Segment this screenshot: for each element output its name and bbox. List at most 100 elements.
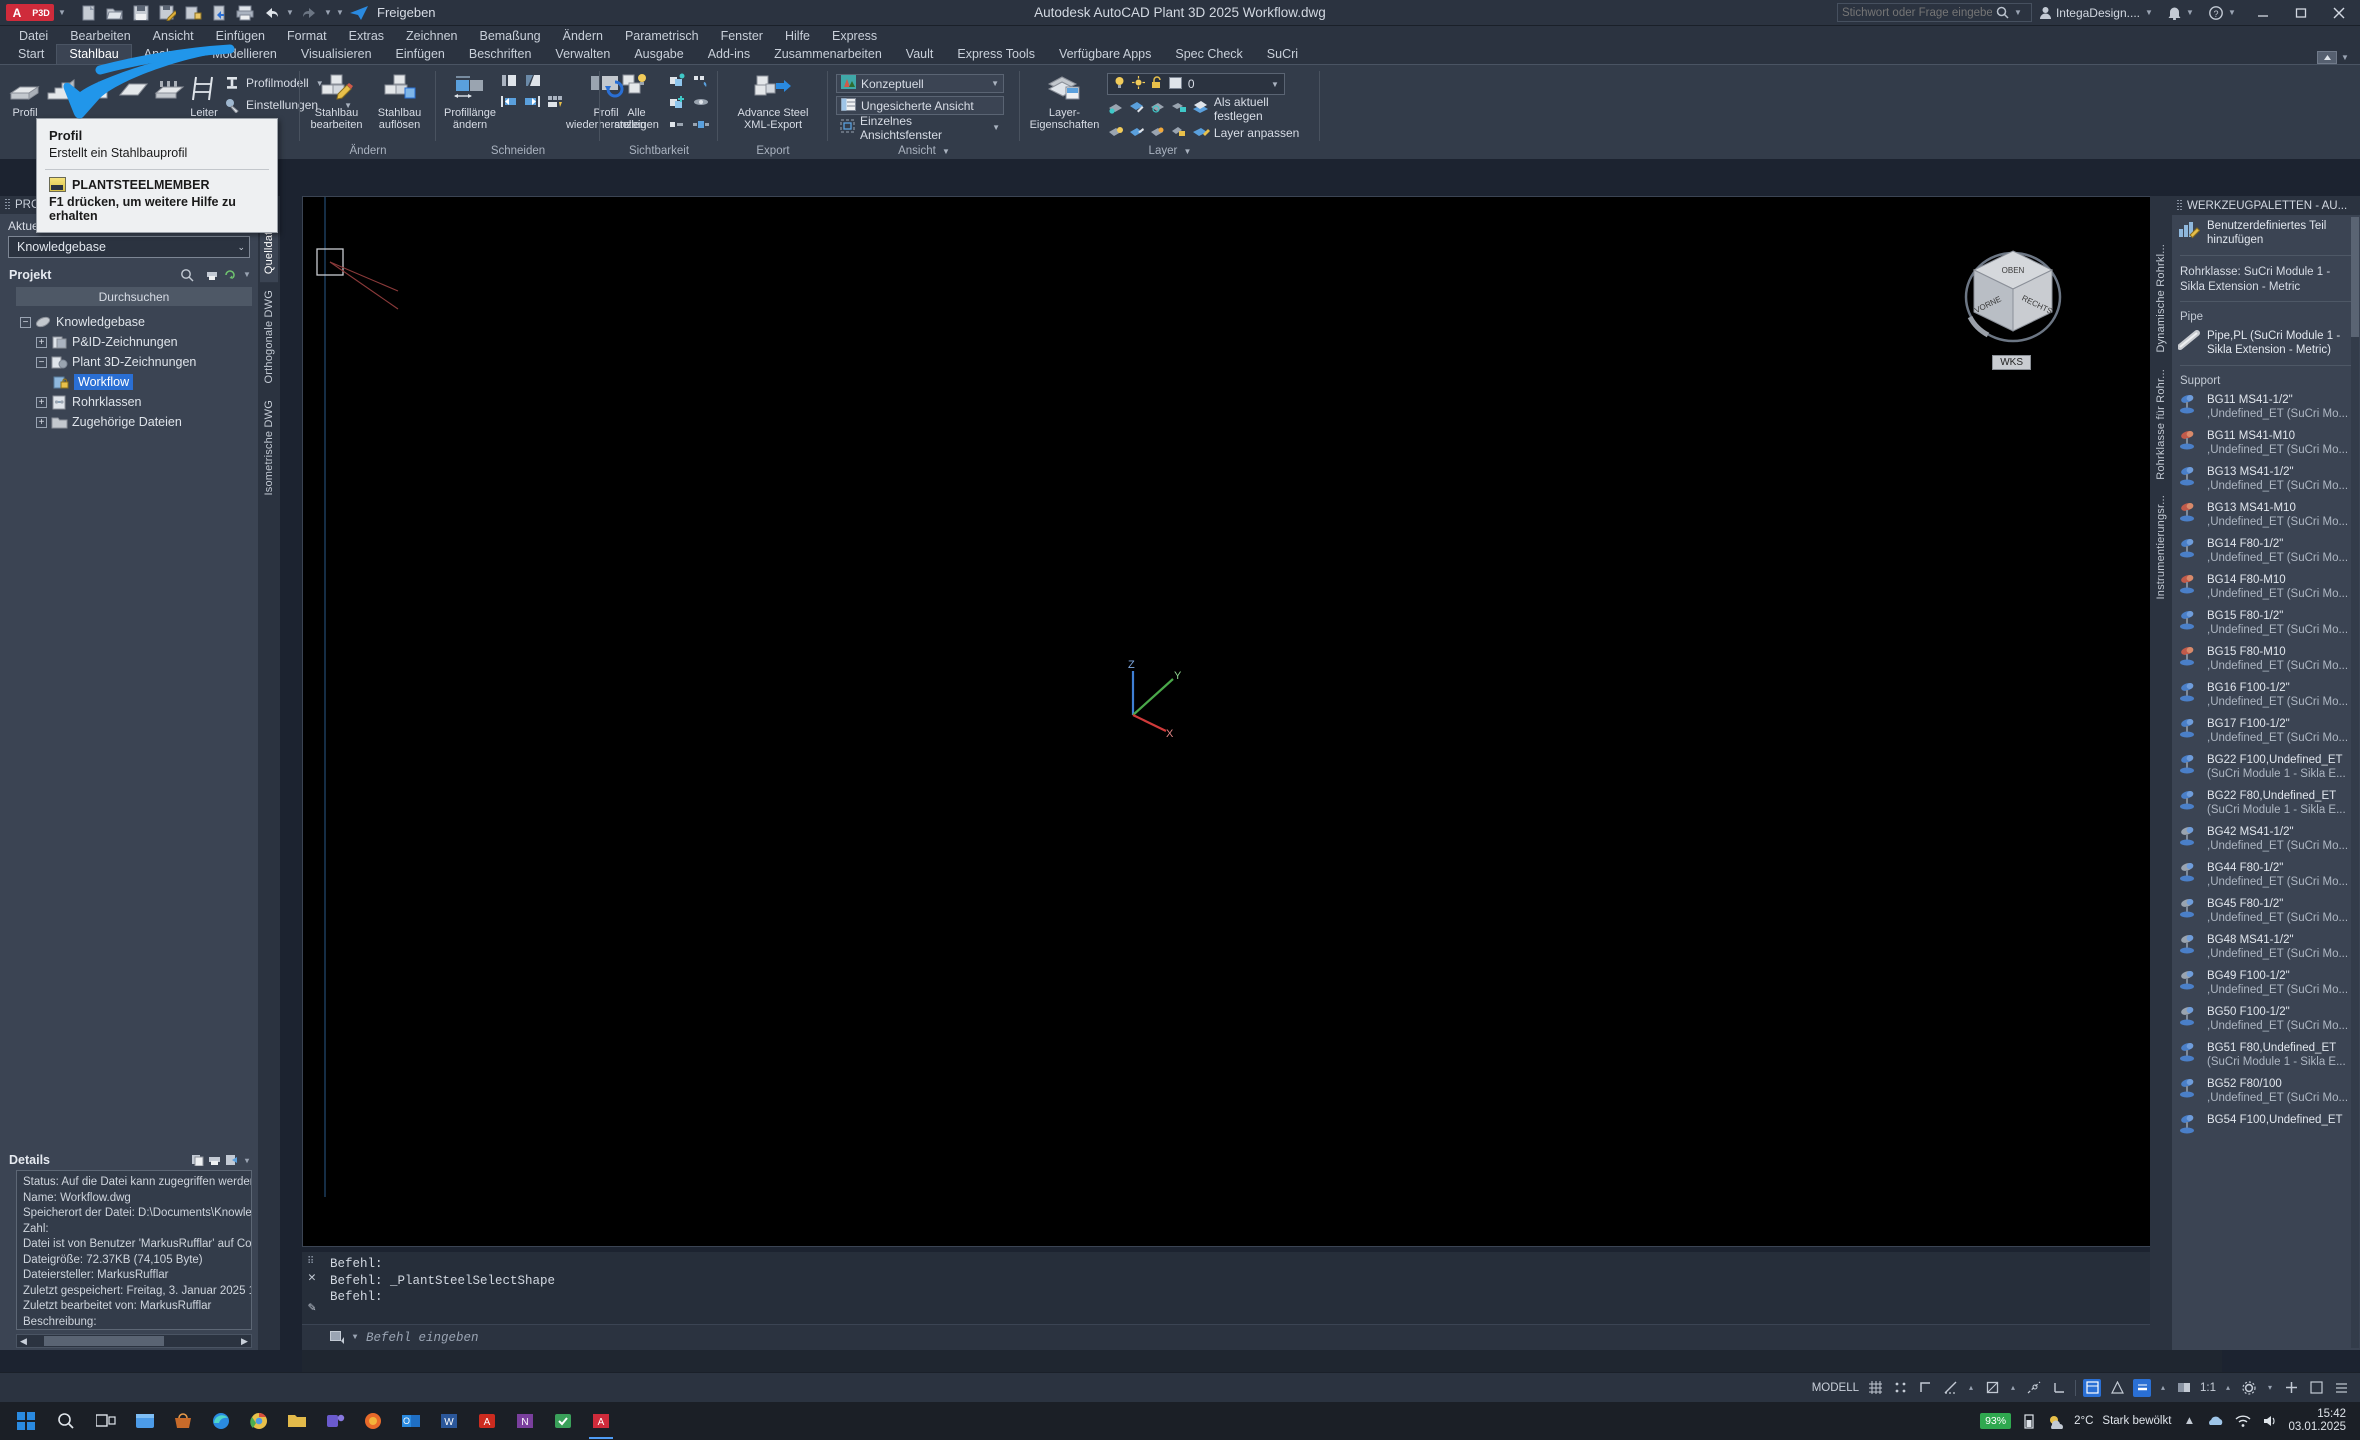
menu-item-einfuegen[interactable]: Einfügen (205, 29, 276, 43)
tab-einfuegen[interactable]: Einfügen (384, 45, 457, 64)
print-icon[interactable] (233, 2, 257, 24)
grid-icon[interactable] (1866, 1379, 1884, 1397)
close-command-icon[interactable]: ✕ (308, 1270, 316, 1287)
layer-set-current-label[interactable]: Als aktuell festlegen (1214, 95, 1312, 123)
tab-ausgabe[interactable]: Ausgabe (622, 45, 695, 64)
trim-left-icon[interactable] (500, 94, 518, 112)
menu-item-ansicht[interactable]: Ansicht (142, 29, 205, 43)
show-small2-icon[interactable] (692, 117, 710, 135)
search-icon[interactable] (1996, 6, 2009, 19)
menu-item-express[interactable]: Express (821, 29, 888, 43)
refresh-icon[interactable] (224, 269, 236, 281)
menu-item-format[interactable]: Format (276, 29, 338, 43)
tab-visualisieren[interactable]: Visualisieren (289, 45, 384, 64)
panel-menu-chevron-icon[interactable]: ▼ (242, 270, 252, 279)
palette-item-pipe[interactable]: Pipe,PL (SuCri Module 1 - Sikla Extensio… (2172, 325, 2360, 361)
layer-lock-icon[interactable] (1151, 76, 1163, 92)
menu-item-bearbeiten[interactable]: Bearbeiten (59, 29, 141, 43)
bell-chevron-icon[interactable]: ▼ (2185, 8, 2195, 17)
palette-item-support[interactable]: BG52 F80/100 ,Undefined_ET (SuCri Mo... (2172, 1073, 2360, 1109)
app-icon-store[interactable] (164, 1402, 202, 1440)
vtab-isometrische-dwg[interactable]: Isometrische DWG (260, 392, 278, 504)
hide-icon[interactable] (692, 73, 710, 91)
menu-item-hilfe[interactable]: Hilfe (774, 29, 821, 43)
palette-item-support[interactable]: BG13 MS41-M10 ,Undefined_ET (SuCri Mo... (2172, 497, 2360, 533)
chevron-down-icon[interactable]: ▼ (1184, 147, 1192, 156)
maximize-button[interactable] (2282, 0, 2320, 26)
chevron-down-icon[interactable]: ▼ (991, 79, 999, 88)
app-icon-folder[interactable] (278, 1402, 316, 1440)
project-search-tab[interactable]: Durchsuchen (16, 287, 252, 306)
tab-spec-check[interactable]: Spec Check (1163, 45, 1254, 64)
ribbon-options-chevron-icon[interactable]: ▼ (2340, 53, 2350, 62)
snap-icon[interactable] (1891, 1379, 1909, 1397)
annotation-scale-icon[interactable] (2108, 1379, 2126, 1397)
tab-verwalten[interactable]: Verwalten (543, 45, 622, 64)
app-icon-word[interactable]: W (430, 1402, 468, 1440)
print-small-icon[interactable] (206, 269, 218, 281)
add-isolate-icon[interactable] (668, 95, 686, 113)
fullscreen-icon[interactable] (2307, 1379, 2325, 1397)
viewport-dropdown[interactable]: Ungesicherte Ansicht (836, 96, 1004, 115)
palette-item-support[interactable]: BG11 MS41-M10 ,Undefined_ET (SuCri Mo... (2172, 425, 2360, 461)
tool-palette-scroll-area[interactable]: Benutzerdefiniertes Teil hinzufügen Rohr… (2172, 215, 2360, 1350)
lineweight-chevron-icon[interactable]: ▴ (2158, 1383, 2168, 1392)
tree-node-plant3d[interactable]: − Plant 3D-Zeichnungen (20, 352, 252, 372)
drawing-canvas[interactable]: Z Y X OBEN VORNE RECHTS WKS (302, 196, 2222, 1247)
gear-icon[interactable] (2240, 1379, 2258, 1397)
tab-addins[interactable]: Add-ins (696, 45, 762, 64)
annotation-scale-value[interactable]: 1:1 (2200, 1382, 2216, 1394)
osnap-icon[interactable] (1983, 1379, 2001, 1397)
tab-beschriften[interactable]: Beschriften (457, 45, 544, 64)
otrack-icon[interactable] (2025, 1379, 2043, 1397)
help-chevron-icon[interactable]: ▼ (2227, 8, 2237, 17)
export-details-icon[interactable] (225, 1154, 238, 1166)
tray-chevron-icon[interactable]: ▲ (2180, 1412, 2198, 1430)
tab-verfuegbare-apps[interactable]: Verfügbare Apps (1047, 45, 1163, 64)
visual-style-dropdown[interactable]: Konzeptuell ▼ (836, 74, 1004, 93)
add-icon[interactable] (2282, 1379, 2300, 1397)
help-button[interactable]: ? ▼ (2202, 0, 2244, 26)
end-isolate-icon[interactable] (692, 95, 710, 113)
ribbon-button-stahlbau-bearbeiten[interactable]: Stahlbau bearbeiten (308, 69, 365, 132)
save-icon[interactable] (129, 2, 153, 24)
transparency-icon[interactable] (2175, 1379, 2193, 1397)
ribbon-minimize-button[interactable] (2317, 51, 2337, 64)
export-icon[interactable] (207, 2, 231, 24)
app-icon-explorer[interactable] (126, 1402, 164, 1440)
wcs-indicator[interactable]: WKS (1992, 355, 2031, 370)
chevron-down-icon[interactable]: ▼ (942, 147, 950, 156)
palette-item-support[interactable]: BG15 F80-1/2" ,Undefined_ET (SuCri Mo... (2172, 605, 2360, 641)
lineweight-active-icon[interactable] (2133, 1378, 2151, 1397)
workspace-active-icon[interactable] (2083, 1378, 2101, 1397)
ribbon-button-treppe-2[interactable] (80, 69, 114, 105)
palette-item-support[interactable]: BG22 F80,Undefined_ET (SuCri Module 1 - S… (2172, 785, 2360, 821)
chevron-down-icon[interactable]: ⌄ (237, 242, 245, 253)
palette-item-support[interactable]: BG17 F100-1/2" ,Undefined_ET (SuCri Mo... (2172, 713, 2360, 749)
tab-analyse[interactable]: Analyse (132, 45, 200, 64)
ucs-status-icon[interactable] (2050, 1379, 2068, 1397)
ribbon-button-stahlbau-aufloesen[interactable]: Stahlbau auflösen (371, 69, 428, 132)
expander-icon[interactable]: − (20, 316, 31, 328)
layer-selector[interactable]: 0 ▼ (1106, 73, 1285, 95)
scrollbar-thumb[interactable] (44, 1336, 164, 1346)
notifications-button[interactable]: ▼ (2161, 0, 2202, 26)
tree-node-pid[interactable]: + P&ID-Zeichnungen (20, 332, 252, 352)
layer-on-icon[interactable] (1113, 76, 1126, 92)
ribbon-button-leiter[interactable]: Leiter (188, 69, 220, 119)
undo-icon[interactable] (259, 2, 283, 24)
command-input-row[interactable]: ▼ Befehl eingeben (302, 1324, 2222, 1350)
multi-cut-icon[interactable] (546, 94, 564, 112)
chevron-down-icon[interactable]: ▼ (992, 123, 1000, 132)
palette-item-support[interactable]: BG50 F100-1/2" ,Undefined_ET (SuCri Mo... (2172, 1001, 2360, 1037)
layer-freeze-layer-icon[interactable] (1149, 100, 1166, 117)
close-button[interactable] (2320, 0, 2358, 26)
search-icon[interactable] (180, 268, 194, 282)
command-input[interactable]: Befehl eingeben (366, 1331, 479, 1345)
battery-icon[interactable] (2020, 1412, 2038, 1430)
tree-node-rohrklassen[interactable]: + Rohrklassen (20, 392, 252, 412)
print-details-icon[interactable] (208, 1154, 221, 1166)
palette-item-support[interactable]: BG13 MS41-1/2" ,Undefined_ET (SuCri Mo... (2172, 461, 2360, 497)
palette-item-support[interactable]: BG54 F100,Undefined_ET (2172, 1109, 2360, 1139)
ribbon-button-profillaenge-aendern[interactable]: Profillänge ändern (444, 69, 496, 132)
